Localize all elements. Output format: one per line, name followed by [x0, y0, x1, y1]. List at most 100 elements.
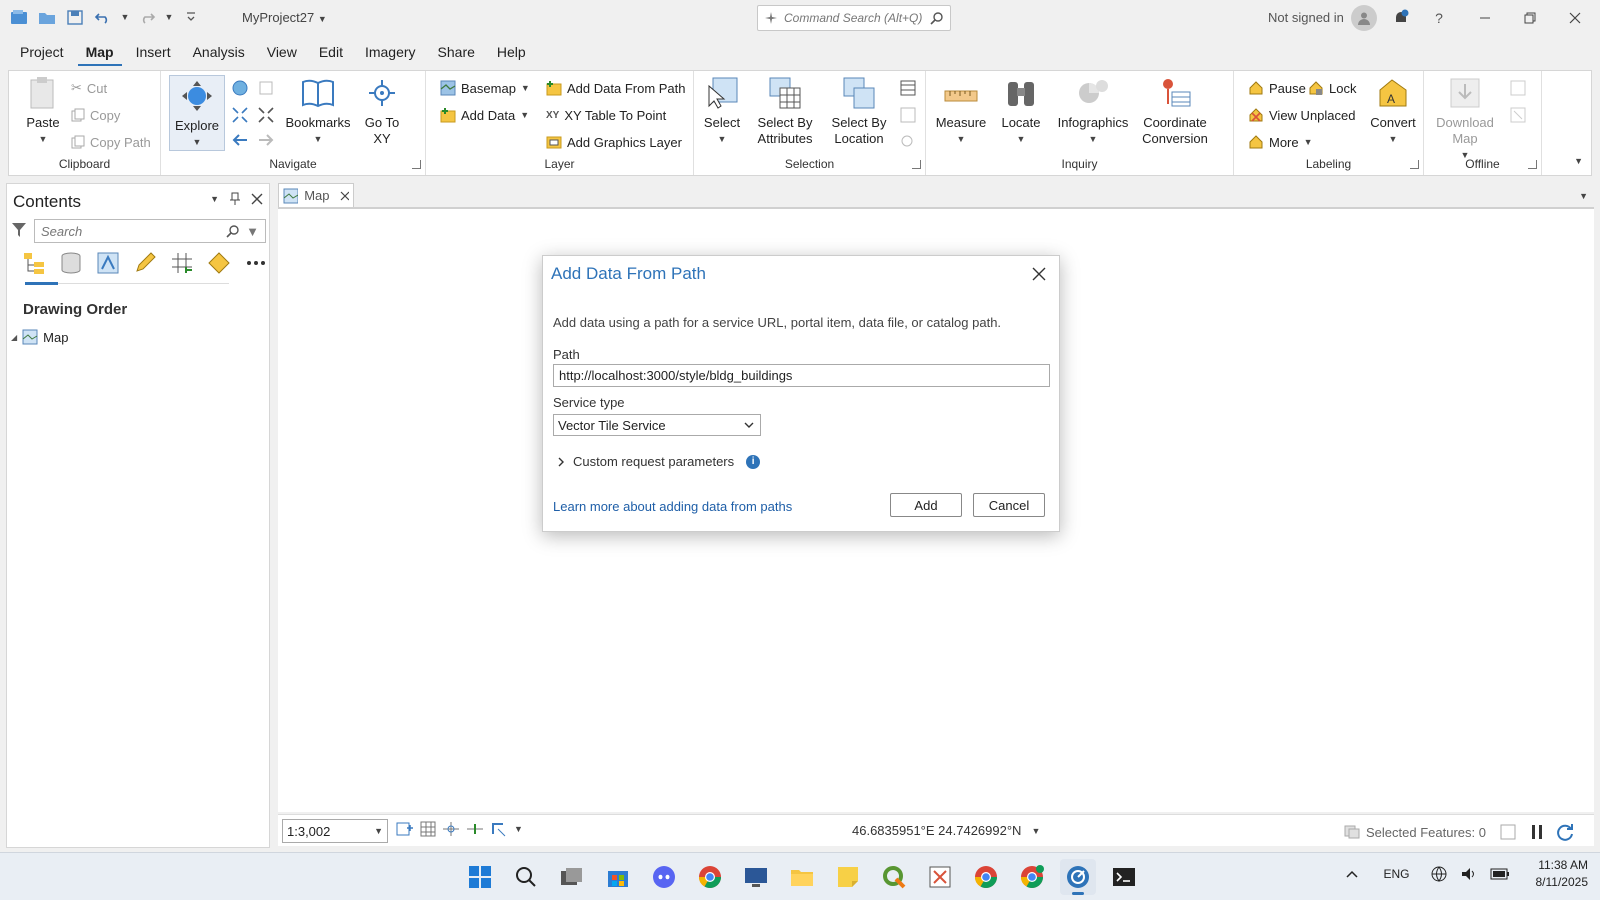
add-grid-icon[interactable]	[396, 821, 414, 837]
add-data-button[interactable]: Add Data ▼	[440, 104, 529, 126]
clock[interactable]: 11:38 AM 8/11/2025	[1536, 857, 1589, 891]
list-by-drawing-order-icon[interactable]	[21, 250, 47, 276]
pause-drawing-icon[interactable]	[1530, 824, 1544, 840]
download-map-button[interactable]: Download Map ▼	[1428, 75, 1502, 163]
xy-table-to-point-button[interactable]: XY XY Table To Point	[546, 104, 666, 126]
more-views-icon[interactable]	[243, 250, 269, 276]
constraints-icon[interactable]	[466, 821, 484, 837]
locate-button[interactable]: Locate ▼	[992, 75, 1050, 147]
more-labeling-button[interactable]: More ▼	[1248, 131, 1313, 153]
project-name[interactable]: MyProject27 ▼	[242, 10, 327, 25]
pane-options-icon[interactable]: ▼	[210, 194, 219, 204]
add-data-from-path-button[interactable]: Add Data From Path	[546, 77, 686, 99]
sticky-notes-icon[interactable]	[830, 859, 866, 895]
pin-icon[interactable]	[229, 192, 241, 206]
add-graphics-layer-button[interactable]: Add Graphics Layer	[546, 131, 682, 153]
avatar[interactable]	[1351, 5, 1377, 31]
battery-icon[interactable]	[1490, 867, 1510, 881]
list-by-data-source-icon[interactable]	[58, 250, 84, 276]
service-type-select[interactable]: Vector Tile Service	[553, 414, 761, 436]
tab-project[interactable]: Project	[12, 40, 72, 66]
contents-search-input[interactable]: Search ▼	[34, 219, 266, 243]
pause-labeling-button[interactable]: Pause	[1248, 77, 1306, 99]
path-input[interactable]	[553, 364, 1050, 387]
sync-icon[interactable]	[1510, 77, 1526, 99]
custom-params-expander[interactable]: Custom request parameters i	[557, 454, 761, 469]
qgis-icon[interactable]	[876, 859, 912, 895]
grid-icon[interactable]	[420, 821, 436, 837]
coordinates-readout[interactable]: 46.6835951°E 24.7426992°N ▼	[852, 823, 1040, 838]
tab-imagery[interactable]: Imagery	[357, 40, 424, 66]
lock-labeling-button[interactable]: Lock	[1308, 77, 1356, 99]
volume-icon[interactable]	[1460, 866, 1478, 882]
minimize-icon[interactable]	[1474, 7, 1496, 29]
discord-icon[interactable]	[646, 859, 682, 895]
close-tab-icon[interactable]	[340, 191, 350, 201]
list-by-labeling-icon[interactable]	[206, 250, 232, 276]
selection-launcher-icon[interactable]	[912, 160, 921, 169]
zoom-to-selection-icon[interactable]	[900, 131, 916, 153]
file-explorer-icon[interactable]	[784, 859, 820, 895]
map-view-tab[interactable]: Map	[278, 183, 354, 207]
copy-path-button[interactable]: Copy Path	[71, 131, 151, 153]
network-icon[interactable]	[1430, 865, 1448, 883]
bookmarks-button[interactable]: Bookmarks ▼	[285, 75, 351, 147]
list-by-snapping-icon[interactable]	[169, 250, 195, 276]
view-options-icon[interactable]: ▼	[1579, 187, 1588, 202]
tree-map-item[interactable]: ◢ Map	[11, 329, 68, 345]
copy-button[interactable]: Copy	[71, 104, 120, 126]
chrome-secondary-icon[interactable]	[1014, 859, 1050, 895]
tab-insert[interactable]: Insert	[128, 40, 179, 66]
select-by-location-button[interactable]: Select By Location	[822, 75, 896, 147]
add-button[interactable]: Add	[890, 493, 962, 517]
refresh-icon[interactable]	[1556, 823, 1574, 841]
previous-extent-icon[interactable]	[231, 129, 249, 151]
next-extent-icon[interactable]	[257, 129, 275, 151]
table-refresh-icon[interactable]	[1500, 824, 1516, 840]
save-icon[interactable]	[64, 6, 86, 28]
basemap-button[interactable]: Basemap ▼	[440, 77, 530, 99]
show-hidden-icons-icon[interactable]	[1345, 869, 1359, 879]
remove-offline-icon[interactable]	[1510, 104, 1526, 126]
offline-launcher-icon[interactable]	[1528, 160, 1537, 169]
snipping-tool-icon[interactable]	[922, 859, 958, 895]
cancel-button[interactable]: Cancel	[973, 493, 1045, 517]
redo-dropdown-icon[interactable]: ▼	[164, 6, 174, 28]
select-by-attributes-button[interactable]: Select By Attributes	[748, 75, 822, 147]
restore-icon[interactable]	[1519, 7, 1541, 29]
infographics-button[interactable]: Infographics ▼	[1054, 75, 1132, 147]
full-extent-icon[interactable]	[231, 77, 249, 99]
tab-map[interactable]: Map	[77, 40, 122, 66]
rotation-icon[interactable]	[490, 821, 508, 837]
microsoft-store-icon[interactable]	[600, 859, 636, 895]
convert-button[interactable]: A Convert ▼	[1364, 75, 1422, 147]
status-tools-dropdown-icon[interactable]: ▼	[514, 824, 523, 834]
cut-button[interactable]: ✂ Cut	[71, 77, 107, 99]
expand-triangle-icon[interactable]: ◢	[11, 333, 17, 342]
scale-select[interactable]: 1:3,002 ▼	[282, 819, 388, 843]
search-options-icon[interactable]: ▼	[246, 224, 259, 239]
notifications-icon[interactable]	[1390, 7, 1412, 29]
view-unplaced-button[interactable]: View Unplaced	[1248, 104, 1355, 126]
select-button[interactable]: Select ▼	[698, 75, 746, 147]
close-window-icon[interactable]	[1564, 7, 1586, 29]
filter-icon[interactable]	[11, 222, 27, 241]
labeling-launcher-icon[interactable]	[1410, 160, 1419, 169]
remote-desktop-icon[interactable]	[738, 859, 774, 895]
close-icon[interactable]	[1029, 264, 1049, 284]
snapping-icon[interactable]	[442, 821, 460, 837]
tab-analysis[interactable]: Analysis	[185, 40, 253, 66]
signin-status[interactable]: Not signed in	[1268, 10, 1344, 25]
coordinate-conversion-button[interactable]: Coordinate Conversion	[1132, 75, 1218, 147]
tab-help[interactable]: Help	[489, 40, 534, 66]
terminal-icon[interactable]	[1106, 859, 1142, 895]
explore-button[interactable]: Explore ▼	[169, 75, 225, 151]
close-pane-icon[interactable]	[251, 193, 263, 205]
learn-more-link[interactable]: Learn more about adding data from paths	[553, 499, 792, 514]
chrome-profile-icon[interactable]	[968, 859, 1004, 895]
open-project-icon[interactable]	[36, 6, 58, 28]
tab-share[interactable]: Share	[430, 40, 483, 66]
tab-view[interactable]: View	[259, 40, 305, 66]
task-view-icon[interactable]	[554, 859, 590, 895]
list-by-editing-icon[interactable]	[132, 250, 158, 276]
